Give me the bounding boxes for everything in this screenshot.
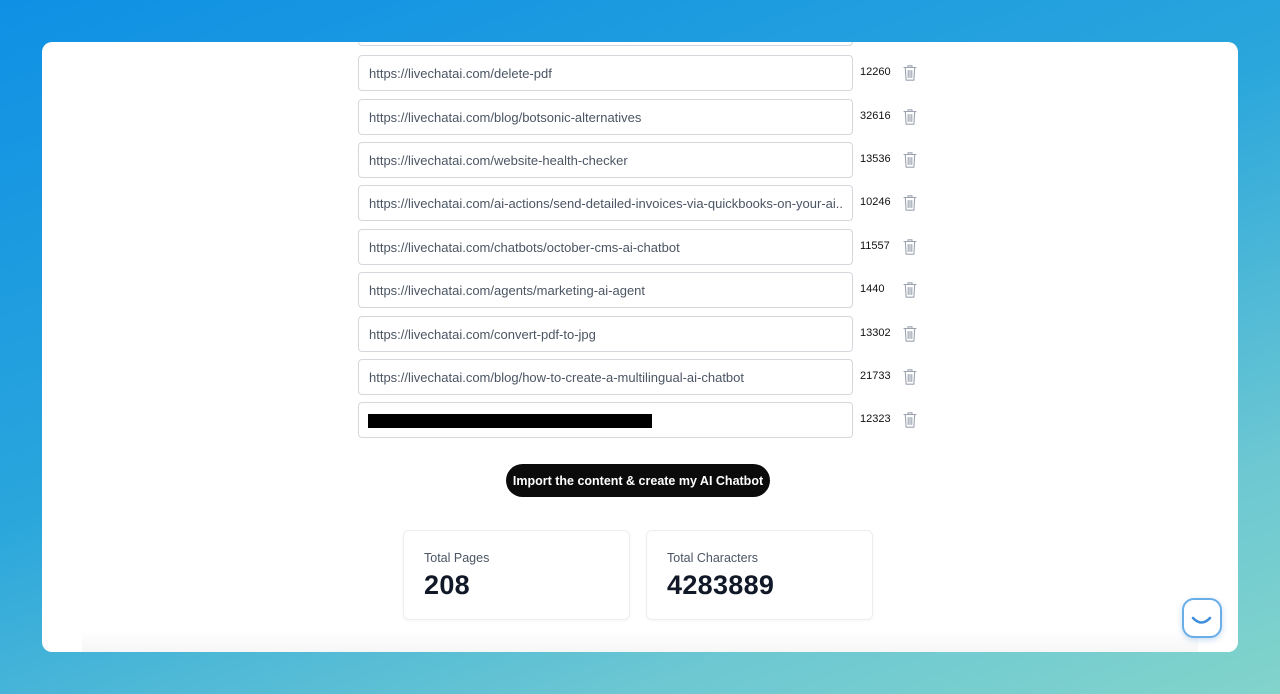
url-row: 12323 [358, 402, 938, 438]
url-input[interactable] [358, 316, 853, 352]
trash-icon[interactable] [903, 194, 917, 212]
trash-icon[interactable] [903, 108, 917, 126]
char-count: 12260 [860, 66, 891, 78]
url-row: 32616 [358, 99, 938, 135]
trash-icon[interactable] [903, 281, 917, 299]
trash-icon[interactable] [903, 325, 917, 343]
url-row-partial [358, 42, 938, 46]
url-input[interactable] [358, 185, 853, 221]
url-input[interactable] [358, 99, 853, 135]
url-input-partial[interactable] [358, 42, 853, 46]
total-pages-value: 208 [424, 570, 470, 600]
url-input[interactable] [358, 229, 853, 265]
import-create-chatbot-button[interactable]: Import the content & create my AI Chatbo… [506, 464, 770, 497]
char-count: 32616 [860, 110, 891, 122]
url-input[interactable] [358, 272, 853, 308]
char-count: 13302 [860, 327, 891, 339]
url-input[interactable] [358, 142, 853, 178]
chat-widget-icon [1191, 616, 1212, 624]
url-input-redacted[interactable] [358, 402, 853, 438]
char-count: 11557 [860, 240, 890, 252]
char-count: 1440 [860, 283, 885, 295]
url-row: 13302 [358, 316, 938, 352]
url-row: 21733 [358, 359, 938, 395]
chat-widget-button[interactable] [1182, 598, 1222, 638]
total-pages-card: Total Pages 208 [403, 530, 630, 620]
url-input[interactable] [358, 55, 853, 91]
trash-icon[interactable] [903, 411, 917, 429]
url-row: 1440 [358, 272, 938, 308]
url-row: 10246 [358, 185, 938, 221]
total-characters-card: Total Characters 4283889 [646, 530, 873, 620]
main-card: 12260 32616 13536 10246 11557 1440 13302… [42, 42, 1238, 652]
char-count: 10246 [860, 196, 891, 208]
char-count: 12323 [860, 413, 891, 425]
trash-icon[interactable] [903, 64, 917, 82]
trash-icon[interactable] [903, 368, 917, 386]
char-count: 13536 [860, 153, 891, 165]
total-characters-label: Total Characters [667, 551, 759, 565]
char-count: 21733 [860, 370, 891, 382]
url-row: 13536 [358, 142, 938, 178]
total-characters-value: 4283889 [667, 570, 775, 600]
trash-icon[interactable] [903, 151, 917, 169]
redaction-bar [368, 414, 652, 428]
url-input[interactable] [358, 359, 853, 395]
trash-icon[interactable] [903, 238, 917, 256]
url-row: 11557 [358, 229, 938, 265]
url-row: 12260 [358, 55, 938, 91]
total-pages-label: Total Pages [424, 551, 490, 565]
